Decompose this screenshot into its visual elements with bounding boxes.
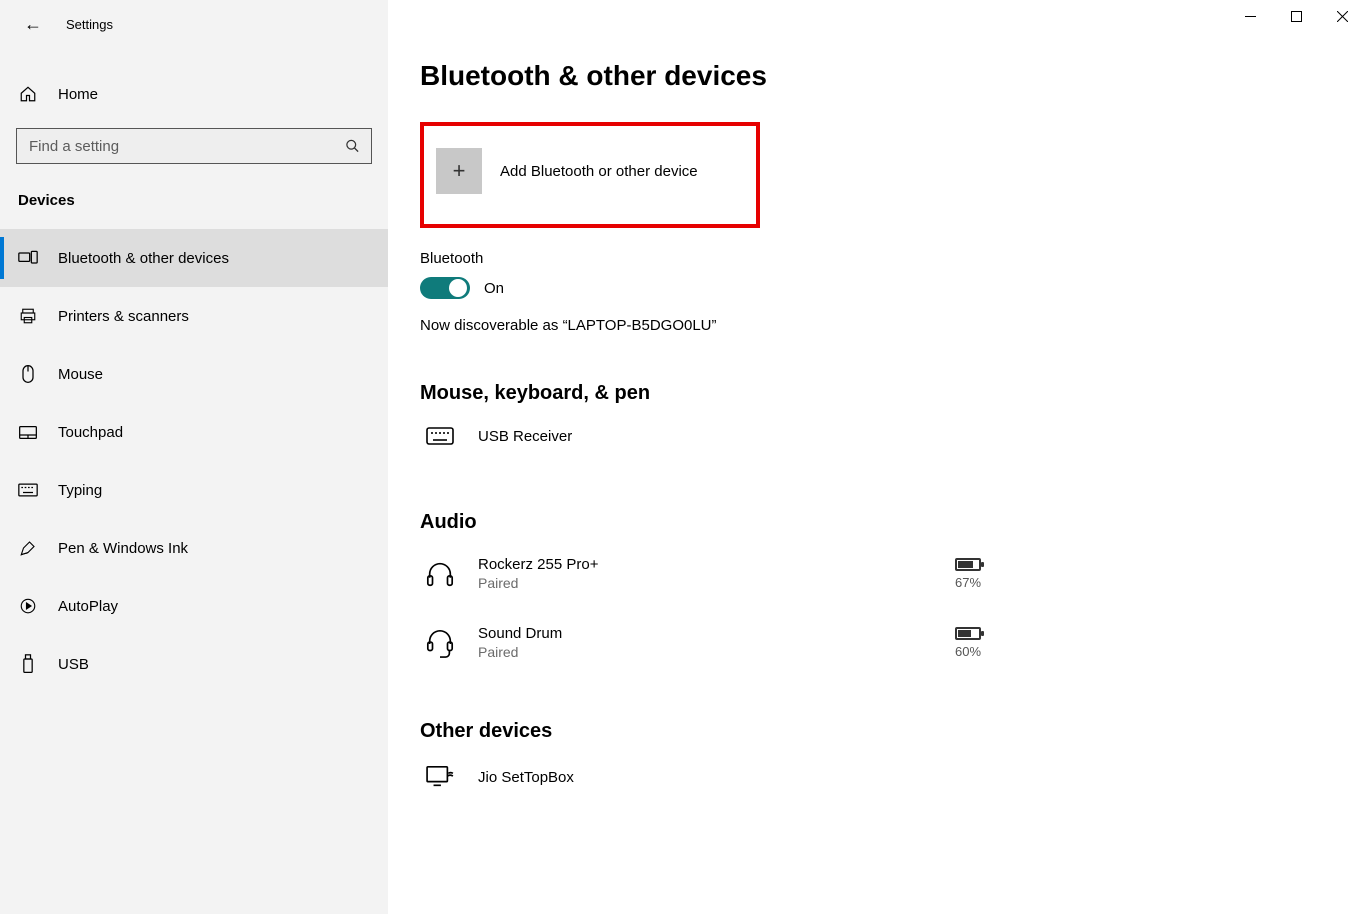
printer-icon [18, 307, 38, 325]
sidebar-item-pen[interactable]: Pen & Windows Ink [0, 519, 388, 577]
section-other-title: Other devices [420, 720, 1108, 743]
sidebar-nav: Bluetooth & other devices Printers & sca… [0, 229, 388, 693]
sidebar: ← Settings Home Devices Bluetoo [0, 0, 388, 914]
home-nav[interactable]: Home [0, 72, 388, 116]
battery-percent: 67% [955, 575, 981, 590]
section-mouse-kb-title: Mouse, keyboard, & pen [420, 382, 1108, 405]
autoplay-icon [18, 597, 38, 615]
sidebar-item-autoplay[interactable]: AutoPlay [0, 577, 388, 635]
home-icon [18, 85, 38, 103]
device-name: Sound Drum [478, 625, 926, 642]
sidebar-item-label: Pen & Windows Ink [58, 540, 188, 557]
window-controls [1227, 0, 1365, 32]
add-device-label: Add Bluetooth or other device [500, 163, 698, 180]
battery-icon [955, 627, 981, 640]
device-row[interactable]: USB Receiver [420, 419, 1108, 471]
device-name: Jio SetTopBox [478, 769, 1108, 786]
minimize-button[interactable] [1227, 0, 1273, 32]
search-icon [345, 139, 360, 154]
add-device-highlight: + Add Bluetooth or other device [420, 122, 760, 228]
devices-icon [18, 250, 38, 266]
sidebar-item-label: Touchpad [58, 424, 123, 441]
section-audio-title: Audio [420, 511, 1108, 534]
battery-percent: 60% [955, 644, 981, 659]
plus-icon: + [436, 148, 482, 194]
discoverable-text: Now discoverable as “LAPTOP-B5DGO0LU” [420, 317, 1108, 334]
sidebar-item-label: Printers & scanners [58, 308, 189, 325]
device-status: Paired [478, 575, 926, 591]
sidebar-item-label: Bluetooth & other devices [58, 250, 229, 267]
sidebar-item-label: Mouse [58, 366, 103, 383]
bluetooth-label: Bluetooth [420, 250, 1108, 267]
device-name: USB Receiver [478, 428, 1108, 445]
mouse-icon [18, 364, 38, 384]
sidebar-item-bluetooth[interactable]: Bluetooth & other devices [0, 229, 388, 287]
settop-icon [424, 765, 456, 789]
bluetooth-toggle[interactable] [420, 277, 470, 299]
close-button[interactable] [1319, 0, 1365, 32]
headphones-icon [424, 559, 456, 589]
sidebar-item-printers[interactable]: Printers & scanners [0, 287, 388, 345]
maximize-button[interactable] [1273, 0, 1319, 32]
main-content: Bluetooth & other devices + Add Bluetoot… [388, 0, 1365, 914]
sidebar-item-mouse[interactable]: Mouse [0, 345, 388, 403]
sidebar-item-usb[interactable]: USB [0, 635, 388, 693]
home-label: Home [58, 86, 98, 103]
device-status: Paired [478, 644, 926, 660]
search-box[interactable] [16, 128, 372, 164]
device-battery: 60% [948, 627, 988, 659]
category-title: Devices [0, 164, 388, 229]
battery-icon [955, 558, 981, 571]
bluetooth-state: On [484, 280, 504, 297]
device-row[interactable]: Jio SetTopBox [420, 757, 1108, 815]
sidebar-item-typing[interactable]: Typing [0, 461, 388, 519]
pen-icon [18, 539, 38, 557]
keyboard-icon [18, 483, 38, 497]
device-row[interactable]: Sound Drum Paired 60% [420, 617, 1108, 686]
search-input[interactable] [16, 128, 372, 164]
sidebar-item-touchpad[interactable]: Touchpad [0, 403, 388, 461]
device-battery: 67% [948, 558, 988, 590]
window-title: Settings [66, 17, 113, 32]
headset-icon [424, 627, 456, 659]
sidebar-item-label: AutoPlay [58, 598, 118, 615]
usb-icon [18, 654, 38, 674]
touchpad-icon [18, 425, 38, 440]
device-name: Rockerz 255 Pro+ [478, 556, 926, 573]
keyboard-device-icon [424, 427, 456, 445]
add-device-button[interactable]: + Add Bluetooth or other device [436, 148, 744, 194]
sidebar-item-label: USB [58, 656, 89, 673]
back-arrow-icon[interactable]: ← [24, 15, 42, 33]
sidebar-item-label: Typing [58, 482, 102, 499]
page-title: Bluetooth & other devices [420, 60, 1108, 92]
device-row[interactable]: Rockerz 255 Pro+ Paired 67% [420, 548, 1108, 617]
